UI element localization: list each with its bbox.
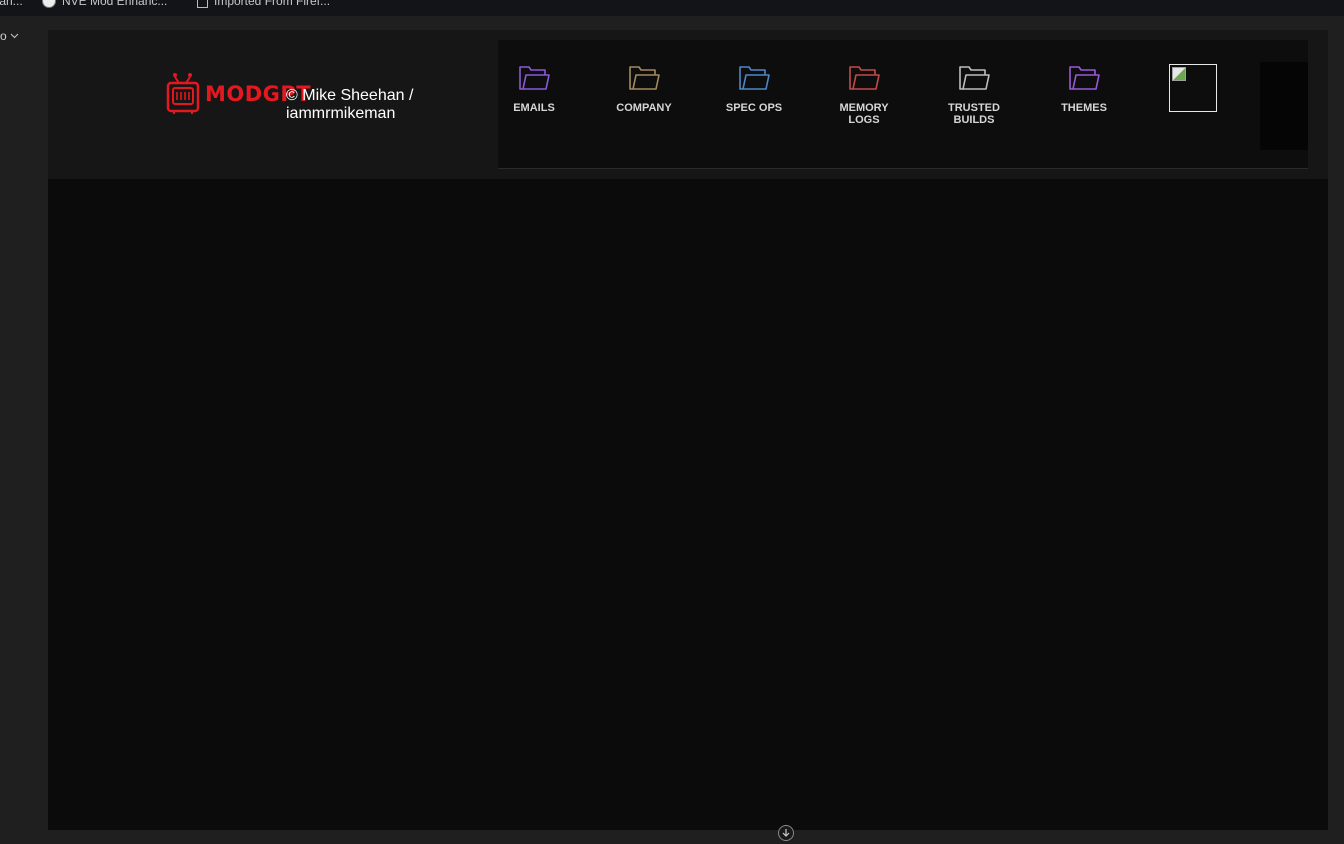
left-dropdown[interactable]: o	[0, 29, 19, 43]
folder-icon	[629, 66, 660, 90]
folder-icon	[519, 66, 550, 90]
nav-item-label: EMAILS	[513, 102, 555, 114]
broken-image[interactable]	[1169, 64, 1217, 112]
left-dropdown-label: o	[0, 29, 7, 43]
nav-item-memory-logs[interactable]: MEMORY LOGS	[814, 64, 914, 126]
app-header: MODGPT © Mike Sheehan / iammrmikeman EMA…	[48, 30, 1328, 179]
bookmark-label: NVE Mod Enhanc...	[62, 0, 168, 8]
bookmarks-bar: tan... NVE Mod Enhanc... Imported From F…	[0, 0, 1344, 16]
folder-icon	[739, 66, 770, 90]
nav-item-label: TRUSTED BUILDS	[948, 102, 1000, 126]
bookmark-label: tan...	[0, 0, 23, 8]
folder-icon	[959, 66, 990, 90]
folder-icon	[197, 0, 208, 8]
nav-item-label: SPEC OPS	[725, 102, 783, 114]
nav-overflow-panel	[1260, 62, 1308, 150]
scroll-down-button[interactable]	[778, 825, 794, 841]
nav-item-label: MEMORY LOGS	[839, 102, 889, 126]
nav-item-themes[interactable]: THEMES	[1034, 64, 1134, 114]
nav-item-company[interactable]: COMPANY	[594, 64, 694, 114]
bookmark-folder[interactable]: Imported From Firef...	[197, 0, 330, 8]
bookmark-item[interactable]: NVE Mod Enhanc...	[42, 0, 167, 8]
broken-image-icon	[1172, 67, 1186, 81]
credit-text: © Mike Sheehan / iammrmikeman	[286, 87, 436, 123]
arrow-down-icon	[782, 829, 790, 837]
globe-icon	[42, 0, 56, 8]
chevron-down-icon	[10, 33, 19, 39]
nav-panel: EMAILS COMPANY SPEC OPS MEMORY LOGS TRUS…	[498, 40, 1308, 169]
credit-line: iammrmikeman	[286, 105, 396, 122]
nav-item-label: THEMES	[1061, 102, 1107, 114]
bookmark-label: Imported From Firef...	[214, 0, 331, 8]
folder-icon	[849, 66, 880, 90]
nav-item-spec-ops[interactable]: SPEC OPS	[704, 64, 804, 114]
main-content	[48, 179, 1328, 830]
folder-icon	[1069, 66, 1100, 90]
credit-line: © Mike Sheehan /	[286, 87, 414, 104]
nav-item-emails[interactable]: EMAILS	[484, 64, 584, 114]
bookmark-item[interactable]: tan...	[0, 0, 23, 8]
nav-item-trusted-builds[interactable]: TRUSTED BUILDS	[924, 64, 1024, 126]
app-frame: MODGPT © Mike Sheehan / iammrmikeman EMA…	[48, 30, 1328, 830]
nav-item-label: COMPANY	[616, 102, 672, 114]
tv-robot-icon	[166, 73, 200, 114]
